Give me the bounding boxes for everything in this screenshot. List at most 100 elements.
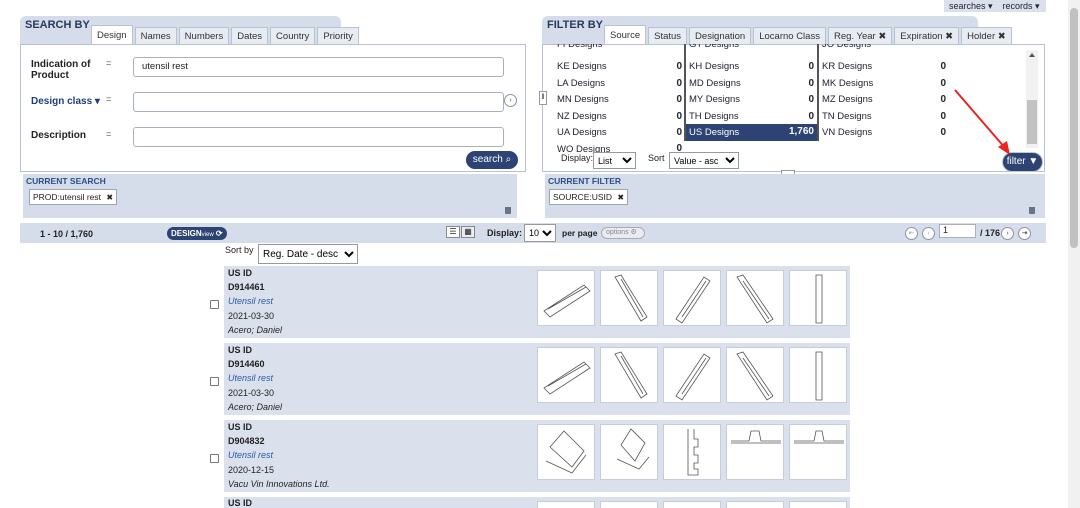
tab-dates[interactable]: Dates (231, 27, 269, 45)
filter-item[interactable]: US Designs (689, 127, 739, 138)
filter-item[interactable]: FI Designs (557, 44, 602, 51)
trash-icon[interactable] (1029, 207, 1035, 214)
filter-item[interactable]: UA Designs (557, 127, 607, 138)
chip-label: SOURCE:USID (553, 192, 613, 202)
list-view-icon[interactable]: ☰ (446, 226, 460, 238)
description-input[interactable] (133, 127, 504, 147)
filter-item[interactable]: KE Designs (557, 61, 607, 72)
result-title[interactable]: Utensil rest (228, 373, 273, 383)
design-thumbnail[interactable] (789, 347, 847, 403)
grid-view-icon[interactable]: ▦ (461, 226, 475, 238)
tab-source[interactable]: Source (604, 25, 647, 45)
result-checkbox[interactable] (210, 454, 219, 463)
result-checkbox[interactable] (210, 300, 219, 309)
tab-priority[interactable]: Priority (317, 27, 359, 45)
records-menu[interactable]: records ▾ (1003, 1, 1040, 12)
design-thumbnail[interactable] (789, 501, 847, 508)
scroll-thumb[interactable] (1027, 100, 1037, 144)
filter-item[interactable]: MD Designs (689, 78, 741, 89)
result-date: 2020-12-15 (228, 465, 275, 475)
close-icon[interactable]: ✖ (106, 193, 113, 202)
design-thumbnail[interactable] (789, 424, 847, 480)
design-thumbnail[interactable] (726, 347, 784, 403)
close-icon[interactable]: ✖ (617, 193, 624, 202)
tab-designation[interactable]: Designation (689, 27, 752, 45)
tab-holder[interactable]: Holder ✖ (961, 27, 1012, 45)
design-thumbnail[interactable] (600, 347, 658, 403)
design-thumbnail[interactable] (600, 424, 658, 480)
tab-expiration[interactable]: Expiration ✖ (894, 27, 960, 45)
tab-names[interactable]: Names (134, 27, 177, 45)
result-number[interactable]: D904832 (228, 436, 265, 446)
result-number[interactable]: D914460 (228, 359, 265, 369)
result-title[interactable]: Utensil rest (228, 296, 273, 306)
design-thumbnail[interactable] (537, 270, 595, 326)
design-class-label[interactable]: Design class ▾ (31, 96, 100, 107)
design-drawing (614, 274, 648, 322)
tab-country[interactable]: Country (270, 27, 316, 45)
sort-by-select[interactable]: Reg. Date - desc (258, 244, 358, 264)
page-scroll-thumb[interactable] (1070, 8, 1078, 248)
design-thumbnail[interactable] (600, 270, 658, 326)
design-thumbnail[interactable] (537, 424, 595, 480)
design-thumbnail[interactable] (726, 424, 784, 480)
search-button[interactable]: search ⌕ (466, 151, 518, 169)
filter-item[interactable]: VN Designs (822, 127, 872, 138)
filter-item[interactable]: TN Designs (822, 111, 872, 122)
result-checkbox[interactable] (210, 377, 219, 386)
searches-menu[interactable]: searches ▾ (949, 1, 993, 12)
result-title[interactable]: Utensil rest (228, 450, 273, 460)
design-thumbnail[interactable] (789, 270, 847, 326)
design-thumbnail[interactable] (537, 347, 595, 403)
display-select[interactable]: List (593, 152, 636, 169)
design-view-button[interactable]: DESIGNview ⟳ (167, 227, 227, 240)
trash-icon[interactable] (505, 207, 511, 214)
tab-numbers[interactable]: Numbers (178, 27, 230, 45)
current-search-chip[interactable]: PROD:utensil rest ✖ (29, 189, 118, 205)
design-thumbnail[interactable] (663, 347, 721, 403)
filter-item[interactable]: LA Designs (557, 78, 605, 89)
filter-item[interactable]: KR Designs (822, 61, 872, 72)
design-thumbnail[interactable] (663, 424, 721, 480)
filter-item[interactable]: TH Designs (689, 111, 739, 122)
filter-item[interactable]: WO Designs (557, 144, 610, 152)
design-thumbnail[interactable] (726, 270, 784, 326)
page-scrollbar[interactable] (1068, 0, 1080, 508)
result-number[interactable]: D914461 (228, 282, 265, 292)
filter-item[interactable]: MK Designs (822, 78, 873, 89)
filter-scrollbar[interactable] (1026, 50, 1038, 148)
prev-page-icon[interactable]: ‹ (922, 227, 935, 240)
sort-select[interactable]: Value - asc (669, 152, 739, 169)
first-page-icon[interactable]: ⇤ (905, 227, 918, 240)
design-thumbnail[interactable] (726, 501, 784, 508)
design-thumbnail[interactable] (663, 501, 721, 508)
filter-item[interactable]: KH Designs (689, 61, 739, 72)
design-view-label: DESIGN (171, 229, 202, 238)
tab-reg-year[interactable]: Reg. Year ✖ (827, 27, 893, 45)
filter-item[interactable]: MY Designs (689, 94, 740, 105)
filter-item[interactable]: GT Designs (689, 44, 739, 51)
tab-locarno-class[interactable]: Locarno Class (753, 27, 826, 45)
design-drawing (794, 430, 844, 444)
indication-input[interactable]: utensil rest (133, 57, 504, 77)
collapse-handle[interactable]: ‖ (539, 91, 547, 105)
tab-status[interactable]: Status (648, 27, 688, 45)
results-display-select[interactable]: 10 (524, 224, 556, 242)
design-thumbnail[interactable] (663, 270, 721, 326)
filter-item[interactable]: MZ Designs (822, 94, 873, 105)
scroll-up-icon[interactable] (1029, 53, 1035, 57)
tab-design[interactable]: Design (91, 25, 133, 45)
filter-item[interactable]: JO Designs (822, 44, 871, 51)
result-source: US ID (228, 345, 253, 355)
design-thumbnail[interactable] (537, 501, 595, 508)
design-thumbnail[interactable] (600, 501, 658, 508)
options-button[interactable]: options ⚙ (601, 227, 645, 239)
current-filter-chip[interactable]: SOURCE:USID ✖ (549, 189, 629, 205)
filter-item[interactable]: MN Designs (557, 94, 609, 105)
page-input[interactable]: 1 (939, 224, 976, 238)
next-page-icon[interactable]: › (1001, 227, 1014, 240)
filter-item[interactable]: NZ Designs (557, 111, 607, 122)
chevron-right-icon[interactable]: › (504, 94, 517, 107)
design-class-input[interactable] (133, 92, 504, 112)
last-page-icon[interactable]: ⇥ (1018, 227, 1031, 240)
